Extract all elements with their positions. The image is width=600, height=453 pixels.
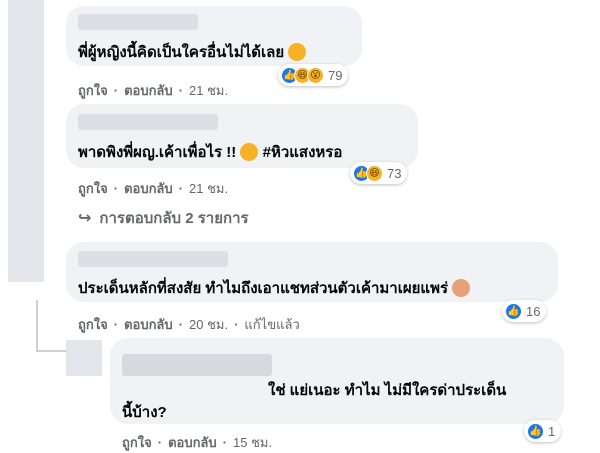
hashtag-link[interactable]: #หิวแสงหรอ <box>263 144 343 161</box>
reply-button[interactable]: ตอบกลับ <box>168 432 217 453</box>
comment-text-line-2: นี้บ้าง? <box>122 404 167 421</box>
commenter-name-blurred[interactable] <box>78 251 228 267</box>
comment-bubble: พาดพิงพี่ผญ.เค้าเพื่อไร !! #หิวแสงหรอ <box>66 104 418 168</box>
comment-text: พี่ผู้หญิงนี้คิดเป็นใครอื่นไม่ได้เลย <box>78 40 307 64</box>
comment-actions: ถูกใจ · ตอบกลับ · 21 ชม. <box>78 80 228 101</box>
comment-actions: ถูกใจ · ตอบกลับ · 20 ชม. · แก้ไขแล้ว <box>78 314 300 335</box>
commenter-name-blurred[interactable] <box>78 14 198 30</box>
commenter-name-blurred[interactable] <box>122 354 272 376</box>
haha-icon: 😆 <box>366 164 383 182</box>
reply-arrow-icon: ↪ <box>78 210 92 227</box>
like-icon: 👍 <box>527 422 544 440</box>
reaction-summary[interactable]: 👍 😆 73 <box>350 162 408 184</box>
replies-label: การตอบกลับ 2 รายการ <box>99 210 249 227</box>
separator: · <box>113 317 119 332</box>
reply-button[interactable]: ตอบกลับ <box>124 178 173 199</box>
commenter-name-blurred[interactable] <box>78 114 218 130</box>
reaction-summary[interactable]: 👍 16 <box>502 300 547 322</box>
comment-text: ประเด็นหลักที่สงสัย ทำไมถึงเอาแชทส่วนตัว… <box>78 276 471 300</box>
like-icon: 👍 <box>505 302 522 320</box>
comment-text: พาดพิงพี่ผญ.เค้าเพื่อไร !! #หิวแสงหรอ <box>78 143 343 162</box>
wow-icon: 😮 <box>307 66 324 84</box>
comment-actions: ถูกใจ · ตอบกลับ · 21 ชม. <box>78 178 228 199</box>
like-button[interactable]: ถูกใจ <box>78 80 108 101</box>
reaction-summary[interactable]: 👍 1 <box>524 420 562 442</box>
laughing-emoji-icon <box>288 43 307 62</box>
smirk-emoji-icon <box>240 143 259 162</box>
separator: · <box>178 83 183 98</box>
reply-button[interactable]: ตอบกลับ <box>124 80 173 101</box>
edited-label[interactable]: แก้ไขแล้ว <box>244 314 299 335</box>
comment-timestamp[interactable]: 21 ชม. <box>189 80 228 101</box>
reaction-summary[interactable]: 👍 😆 😮 79 <box>278 64 349 86</box>
comment-text-line-1: ใช่ แย่เนอะ ทำไม ไม่มีใครด่าประเด็น <box>268 382 507 399</box>
reply-avatar-blurred <box>66 340 102 376</box>
person-shrugging-emoji-icon <box>452 279 471 298</box>
avatar-blurred <box>8 0 44 282</box>
comment-timestamp[interactable]: 15 ชม. <box>233 432 272 453</box>
comment-bubble: ประเด็นหลักที่สงสัย ทำไมถึงเอาแชทส่วนตัว… <box>66 242 558 302</box>
like-button[interactable]: ถูกใจ <box>78 314 108 335</box>
like-button[interactable]: ถูกใจ <box>122 432 152 453</box>
separator: · <box>178 181 183 196</box>
view-replies-link[interactable]: ↪ การตอบกลับ 2 รายการ <box>78 206 249 230</box>
comment-timestamp[interactable]: 21 ชม. <box>189 178 228 199</box>
separator: · <box>113 83 119 98</box>
reaction-count: 79 <box>328 67 343 83</box>
separator: · <box>157 435 163 450</box>
reaction-count: 73 <box>387 165 402 181</box>
separator: · <box>234 317 239 332</box>
reaction-count: 16 <box>526 303 541 319</box>
separator: · <box>222 435 227 450</box>
thread-line <box>36 300 38 352</box>
reply-button[interactable]: ตอบกลับ <box>124 314 173 335</box>
comment-timestamp[interactable]: 20 ชม. <box>189 314 228 335</box>
separator: · <box>113 181 119 196</box>
reply-bubble: ใช่ แย่เนอะ ทำไม ไม่มีใครด่าประเด็น นี้บ… <box>110 338 564 424</box>
comment-actions: ถูกใจ · ตอบกลับ · 15 ชม. <box>122 432 272 453</box>
like-button[interactable]: ถูกใจ <box>78 178 108 199</box>
reaction-count: 1 <box>548 423 556 439</box>
comment-bubble: พี่ผู้หญิงนี้คิดเป็นใครอื่นไม่ได้เลย <box>66 6 362 66</box>
separator: · <box>178 317 183 332</box>
